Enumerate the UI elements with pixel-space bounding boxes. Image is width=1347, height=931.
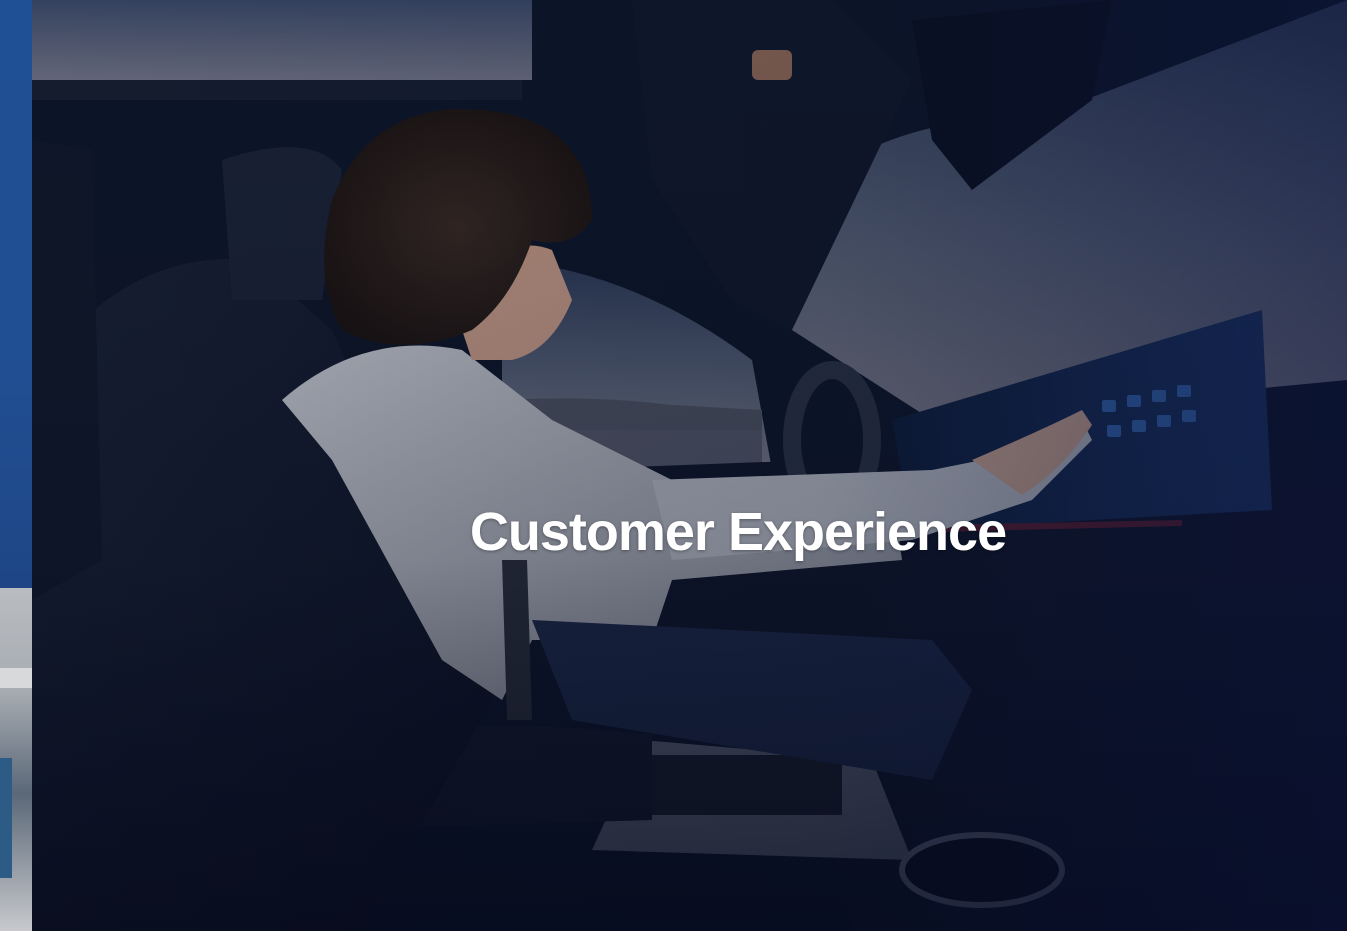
hero-slide[interactable]: Customer Experience bbox=[32, 0, 1347, 931]
previous-slide-blue-panel bbox=[0, 0, 34, 588]
previous-slide-photo bbox=[0, 588, 34, 931]
previous-slide-peek[interactable] bbox=[0, 0, 34, 931]
hero-image bbox=[32, 0, 1347, 931]
hero-title: Customer Experience bbox=[469, 502, 1007, 562]
carousel: Customer Experience bbox=[0, 0, 1347, 931]
